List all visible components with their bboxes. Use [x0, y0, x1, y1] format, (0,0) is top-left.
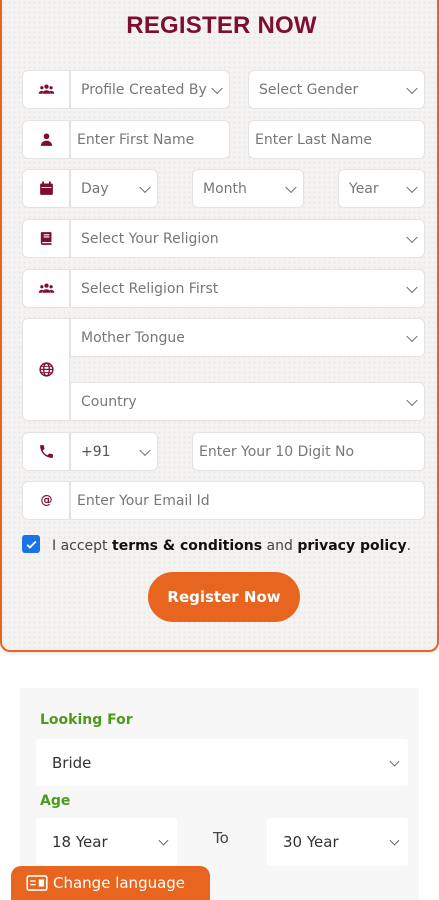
first-name-field[interactable]: Enter First Name: [70, 120, 230, 159]
country-code-value: +91: [81, 443, 111, 460]
accept-prefix: I accept: [52, 538, 112, 554]
svg-text:@: @: [40, 493, 52, 507]
users-icon: [22, 70, 70, 109]
profile-created-by-select[interactable]: Profile Created By: [70, 70, 230, 109]
looking-for-select[interactable]: Bride: [36, 739, 408, 786]
language-icon: [26, 875, 48, 891]
form-title: REGISTER NOW: [126, 12, 317, 39]
email-placeholder: Enter Your Email Id: [77, 492, 210, 509]
user-icon: [22, 120, 70, 159]
religion-label: Select Your Religion: [81, 230, 219, 247]
age-from-value: 18 Year: [52, 833, 108, 851]
terms-link[interactable]: terms & conditions: [112, 538, 262, 554]
chevron-down-icon: [158, 835, 169, 846]
country-label: Country: [81, 393, 137, 410]
mother-tongue-label: Mother Tongue: [81, 329, 185, 346]
checkmark-icon: [26, 540, 36, 549]
mother-tongue-select[interactable]: Mother Tongue: [70, 318, 425, 357]
month-label: Month: [203, 180, 247, 197]
users-icon: [22, 269, 70, 308]
to-label: To: [213, 829, 229, 847]
age-from-select[interactable]: 18 Year: [36, 818, 177, 866]
chevron-down-icon: [406, 231, 418, 243]
caste-label: Select Religion First: [81, 280, 219, 297]
age-label: Age: [40, 793, 71, 809]
book-icon: [22, 219, 70, 258]
phone-field[interactable]: Enter Your 10 Digit No: [192, 432, 425, 471]
chevron-down-icon: [139, 444, 151, 456]
profile-created-by-label: Profile Created By: [81, 81, 207, 98]
and-text: and: [262, 538, 298, 554]
caste-select[interactable]: Select Religion First: [70, 269, 425, 308]
accept-terms-checkbox[interactable]: [22, 535, 40, 553]
chevron-down-icon: [406, 82, 418, 94]
day-select[interactable]: Day: [70, 169, 158, 208]
at-icon: @: [22, 481, 70, 520]
calendar-icon: [22, 169, 70, 208]
register-button[interactable]: Register Now: [148, 572, 300, 622]
last-name-placeholder: Enter Last Name: [255, 131, 372, 148]
chevron-down-icon: [211, 82, 223, 94]
gender-label: Select Gender: [259, 81, 359, 98]
last-name-field[interactable]: Enter Last Name: [248, 120, 425, 159]
accept-terms-text: I accept terms & conditions and privacy …: [52, 538, 411, 554]
month-select[interactable]: Month: [192, 169, 304, 208]
looking-for-label: Looking For: [40, 712, 133, 728]
chevron-down-icon: [406, 330, 418, 342]
change-language-button[interactable]: Change language: [11, 866, 210, 900]
register-form-card: REGISTER NOW Profile Created By Select G…: [0, 0, 439, 652]
chevron-down-icon: [285, 181, 297, 193]
country-select[interactable]: Country: [70, 382, 425, 421]
age-to-select[interactable]: 30 Year: [267, 818, 408, 866]
gender-select[interactable]: Select Gender: [248, 70, 425, 109]
globe-icon: [22, 318, 70, 421]
day-label: Day: [81, 180, 109, 197]
year-label: Year: [349, 180, 379, 197]
chevron-down-icon: [406, 394, 418, 406]
privacy-link[interactable]: privacy policy: [297, 538, 406, 554]
age-to-value: 30 Year: [283, 833, 339, 851]
looking-for-value: Bride: [52, 753, 92, 772]
period-text: .: [406, 538, 412, 554]
country-code-select[interactable]: +91: [70, 432, 158, 471]
year-select[interactable]: Year: [338, 169, 425, 208]
chevron-down-icon: [406, 281, 418, 293]
change-language-label: Change language: [53, 874, 186, 892]
chevron-down-icon: [139, 181, 151, 193]
first-name-placeholder: Enter First Name: [77, 131, 195, 148]
chevron-down-icon: [389, 756, 400, 767]
chevron-down-icon: [406, 181, 418, 193]
religion-select[interactable]: Select Your Religion: [70, 219, 425, 258]
email-field[interactable]: Enter Your Email Id: [70, 481, 425, 520]
phone-placeholder: Enter Your 10 Digit No: [199, 443, 355, 460]
chevron-down-icon: [389, 835, 400, 846]
phone-icon: [22, 432, 70, 471]
